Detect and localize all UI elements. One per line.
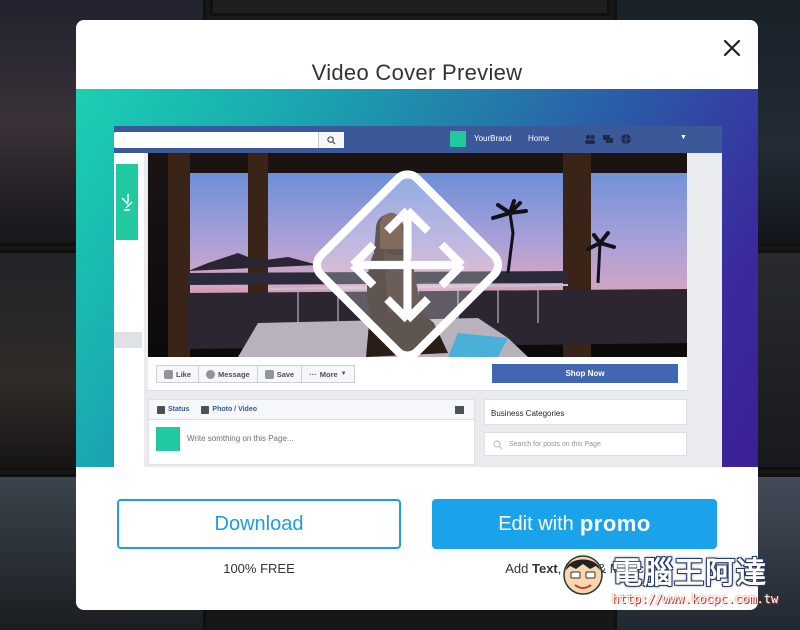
more-label: More [319, 369, 338, 379]
composer-tab-status: Status [157, 405, 190, 414]
facebook-action-bar: Like Message Save ··· More ▼ Shop Now [148, 357, 687, 391]
chevron-down-icon: ▼ [680, 134, 687, 141]
search-icon [493, 440, 503, 450]
business-categories-box: Business Categories [484, 399, 687, 425]
mascot-face-icon [563, 555, 603, 595]
modal-title: Video Cover Preview [311, 60, 523, 85]
globe-icon [620, 132, 632, 144]
watermark-url: http://www.kocpc.com.tw [612, 592, 779, 606]
download-subtitle: 100% FREE [223, 561, 295, 576]
page-avatar [156, 427, 180, 451]
thumbs-up-icon [164, 369, 173, 379]
search-posts-box: Search for posts on this Page [484, 432, 687, 456]
message-label: Message [218, 369, 250, 379]
facebook-home-link: Home [528, 134, 550, 143]
preview-stage: YourBrand Home ▼ Like Message Save ··· M… [76, 89, 758, 467]
composer-placeholder: Write somthing on this Page... [187, 434, 294, 443]
ellipsis-icon: ··· [309, 369, 317, 379]
edit-sub-prefix: Add [505, 561, 532, 576]
facebook-brand-name: YourBrand [474, 134, 512, 143]
search-icon [318, 132, 344, 148]
pencil-icon [157, 405, 165, 414]
close-icon [723, 39, 741, 57]
composer-tab-photo-video: Photo / Video [201, 405, 258, 414]
promo-logo: promo [579, 511, 651, 536]
photo-video-label: Photo / Video [212, 406, 258, 413]
status-label: Status [168, 406, 190, 413]
composer-tabs: Status Photo / Video [149, 400, 474, 420]
like-label: Like [176, 369, 192, 379]
edit-with-promo-button[interactable]: Edit with promo [432, 499, 717, 549]
like-button: Like [156, 365, 200, 383]
chevron-down-icon: ▼ [340, 371, 347, 377]
reposition-icon[interactable] [148, 163, 677, 357]
profile-picture [114, 162, 140, 242]
site-watermark: 電腦王阿達 http://www.kocpc.com.tw [560, 548, 796, 618]
close-button[interactable] [722, 38, 742, 58]
message-icon [206, 369, 216, 379]
brand-logo-icon [450, 131, 466, 147]
video-cover-preview-modal: Video Cover Preview YourBrand Home ▼ Lik… [76, 20, 758, 610]
bookmark-icon [264, 369, 274, 379]
message-button: Message [198, 365, 258, 383]
facebook-top-bar: YourBrand Home ▼ [114, 126, 722, 153]
messages-icon [602, 132, 614, 144]
more-button: ··· More ▼ [301, 365, 355, 383]
save-label: Save [276, 369, 295, 379]
video-cover-frame [148, 153, 687, 357]
facebook-page-mock: YourBrand Home ▼ Like Message Save ··· M… [114, 126, 722, 467]
photo-icon [201, 405, 210, 414]
edit-with-label: Edit with [498, 512, 574, 535]
facebook-page-buttons: Like Message Save ··· More ▼ [156, 365, 355, 383]
download-button[interactable]: Download [117, 499, 401, 549]
facebook-right-gutter [694, 153, 722, 467]
edit-sub-bold: Text [531, 561, 558, 576]
facebook-post-composer: Status Photo / Video Write somthing on t… [148, 399, 475, 465]
friends-icon [584, 132, 596, 144]
left-nav-highlight [114, 332, 142, 348]
audience-icon [455, 406, 464, 414]
search-posts-placeholder: Search for posts on this Page [509, 441, 601, 448]
save-button: Save [256, 365, 303, 383]
watermark-text: 電腦王阿達 [612, 556, 767, 591]
facebook-search-field [114, 132, 344, 148]
shop-now-button: Shop Now [492, 364, 678, 383]
facebook-notification-icons [584, 132, 632, 144]
